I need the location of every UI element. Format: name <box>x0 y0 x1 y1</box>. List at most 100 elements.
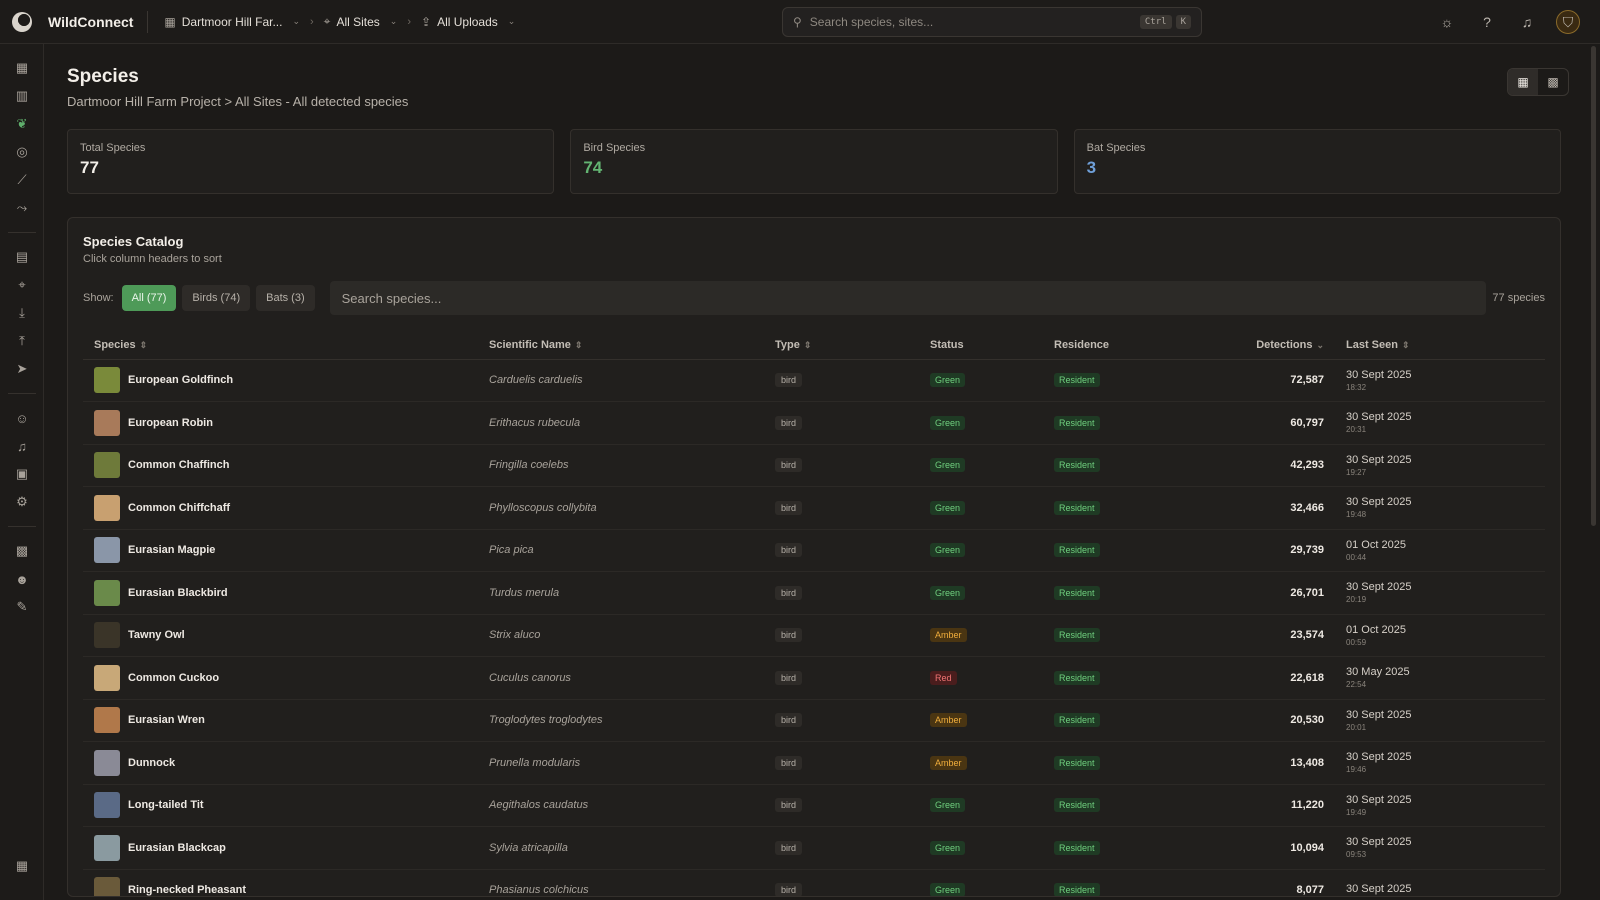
map-pin-icon[interactable]: ⌖ <box>0 271 44 299</box>
filter-bats[interactable]: Bats (3) <box>256 285 315 311</box>
table-row[interactable]: European Robin Erithacus rubecula bird Gree… <box>83 401 1545 445</box>
cell-residence: Resident <box>1043 359 1203 402</box>
table-row[interactable]: Tawny Owl Strix aluco bird Amber Resident 23,… <box>83 614 1545 657</box>
col-detections[interactable]: Detections ⌄ <box>1203 331 1335 360</box>
leaf-icon[interactable]: ❦ <box>0 110 44 138</box>
cell-detections: 32,466 <box>1203 486 1335 530</box>
table-row[interactable]: Eurasian Blackbird Turdus merula bird Green… <box>83 571 1545 615</box>
last-seen-time: 20:19 <box>1346 595 1367 605</box>
clipboard-icon[interactable]: ▣ <box>0 460 44 488</box>
sort-icon: ⇕ <box>1401 339 1410 350</box>
cell-status: Green <box>919 529 1043 572</box>
project-selector[interactable]: ▦ Dartmoor Hill Far... ⌄ <box>164 15 300 29</box>
filter-birds[interactable]: Birds (74) <box>182 285 251 311</box>
gear-icon[interactable]: ⚙ <box>0 488 44 516</box>
species-name[interactable]: Common Cuckoo <box>128 672 219 684</box>
species-name[interactable]: Eurasian Wren <box>128 714 205 726</box>
building-icon[interactable]: ▩ <box>0 537 44 565</box>
cell-status: Green <box>919 486 1043 530</box>
sites-selector[interactable]: ⌖ All Sites ⌄ <box>324 14 398 29</box>
type-badge: bird <box>775 883 803 896</box>
route-icon[interactable]: ⤳ <box>0 194 44 222</box>
status-badge: Amber <box>930 628 967 643</box>
species-name[interactable]: Tawny Owl <box>128 629 185 641</box>
upload-icon[interactable]: ⤒ <box>0 327 44 355</box>
species-name[interactable]: Eurasian Blackbird <box>128 587 228 599</box>
table-row[interactable]: Eurasian Wren Troglodytes troglodytes bird… <box>83 699 1545 742</box>
bell-icon[interactable]: ♫ <box>1516 14 1538 30</box>
uploads-selector[interactable]: ⇪ All Uploads ⌄ <box>421 15 515 29</box>
table-row[interactable]: Common Chiffchaff Phylloscopus collybita b… <box>83 486 1545 530</box>
logo[interactable] <box>0 0 44 44</box>
users-icon[interactable]: ☺ <box>0 404 44 432</box>
last-seen-date: 01 Oct 2025 <box>1346 538 1406 551</box>
view-toggle: ▦ ▩ <box>1507 68 1569 96</box>
cell-type: bird <box>764 401 919 445</box>
cell-last-seen: 30 Sept 2025 <box>1335 869 1545 896</box>
dashboard-icon[interactable]: ▦ <box>0 54 44 82</box>
avatar[interactable]: ⛉ <box>1556 10 1580 34</box>
col-label: Residence <box>1054 338 1110 351</box>
table-row[interactable]: Ring-necked Pheasant Phasianus colchicus b… <box>83 869 1545 896</box>
type-badge: bird <box>775 500 803 515</box>
col-type[interactable]: Type ⇕ <box>764 331 919 360</box>
species-name[interactable]: Dunnock <box>128 757 175 769</box>
breadcrumb-project[interactable]: Dartmoor Hill Farm Project <box>67 94 221 109</box>
species-name[interactable]: European Robin <box>128 417 213 429</box>
map-pin-icon: ⌖ <box>323 14 331 28</box>
cell-status: Amber <box>919 699 1043 742</box>
table-row[interactable]: European Goldfinch Carduelis carduelis bir… <box>83 359 1545 402</box>
file-icon[interactable]: ▤ <box>0 243 44 271</box>
species-name[interactable]: Common Chaffinch <box>128 459 229 471</box>
download-icon[interactable]: ⤓ <box>0 299 44 327</box>
feather-icon[interactable]: ✎ <box>0 593 44 621</box>
cell-scientific-name: Troglodytes troglodytes <box>478 699 764 742</box>
cell-type: bird <box>764 741 919 785</box>
global-search-input[interactable]: ⚲ Search species, sites... Ctrl K <box>782 7 1202 37</box>
cell-status: Red <box>919 656 1043 700</box>
cell-last-seen: 30 Sept 2025 19:49 <box>1335 784 1545 827</box>
species-search-input[interactable]: Search species... <box>329 281 1486 315</box>
species-name[interactable]: Ring-necked Pheasant <box>128 884 246 896</box>
cell-detections: 11,220 <box>1203 784 1335 827</box>
team-icon[interactable]: ☻ <box>0 565 44 593</box>
cell-species: European Robin <box>83 401 478 445</box>
table-row[interactable]: Eurasian Blackcap Sylvia atricapilla bird G… <box>83 826 1545 870</box>
table-row[interactable]: Long-tailed Tit Aegithalos caudatus bird Gr… <box>83 784 1545 827</box>
sites-label: All Sites <box>336 14 380 29</box>
species-name[interactable]: Common Chiffchaff <box>128 502 230 514</box>
species-name[interactable]: Long-tailed Tit <box>128 799 204 811</box>
type-badge: bird <box>775 415 803 430</box>
table-view-icon[interactable]: ▦ <box>1508 69 1538 95</box>
line-chart-icon[interactable]: ⟋ <box>0 166 44 194</box>
col-scientific-name[interactable]: Scientific Name ⇕ <box>478 331 764 360</box>
filter-bar: Show: All (77) Birds (74) Bats (3) Searc… <box>83 281 1545 315</box>
cell-residence: Resident <box>1043 529 1203 572</box>
cell-status: Green <box>919 359 1043 402</box>
send-icon[interactable]: ➤ <box>0 355 44 383</box>
scrollbar[interactable] <box>1591 46 1596 526</box>
calendar-icon[interactable]: ▦ <box>0 852 44 880</box>
sun-icon[interactable]: ☼ <box>1436 14 1458 30</box>
bell-icon[interactable]: ♫ <box>0 432 44 460</box>
status-badge: Green <box>930 458 966 473</box>
globe-icon[interactable]: ◎ <box>0 138 44 166</box>
last-seen-date: 30 May 2025 <box>1346 666 1410 679</box>
col-last-seen[interactable]: Last Seen ⇕ <box>1335 331 1545 360</box>
table-row[interactable]: Eurasian Magpie Pica pica bird Green Residen… <box>83 529 1545 572</box>
grid-view-icon[interactable]: ▩ <box>1538 69 1568 95</box>
filter-all[interactable]: All (77) <box>121 285 177 311</box>
col-species[interactable]: Species ⇕ <box>83 331 478 360</box>
species-name[interactable]: European Goldfinch <box>128 374 233 386</box>
table-row[interactable]: Common Chaffinch Fringilla coelebs bird Gre… <box>83 444 1545 487</box>
col-residence: Residence <box>1043 331 1203 360</box>
help-icon[interactable]: ? <box>1476 14 1498 30</box>
table-row[interactable]: Dunnock Prunella modularis bird Amber Reside… <box>83 741 1545 785</box>
species-name[interactable]: Eurasian Blackcap <box>128 842 226 854</box>
table-body: European Goldfinch Carduelis carduelis bir… <box>83 359 1545 896</box>
bar-chart-icon[interactable]: ▥ <box>0 82 44 110</box>
last-seen-date: 30 Sept 2025 <box>1346 581 1412 594</box>
table-row[interactable]: Common Cuckoo Cuculus canorus bird Red Resid… <box>83 656 1545 700</box>
cell-last-seen: 30 Sept 2025 18:32 <box>1335 359 1545 402</box>
species-name[interactable]: Eurasian Magpie <box>128 544 215 556</box>
